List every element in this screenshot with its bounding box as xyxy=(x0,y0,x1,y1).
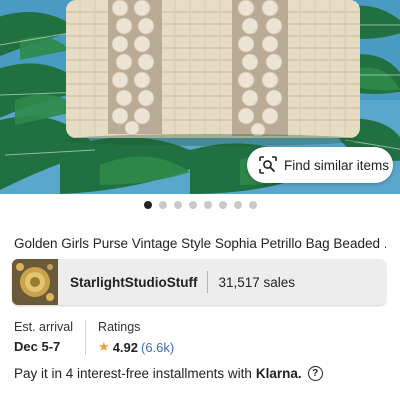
shop-sales: 31,517 sales xyxy=(218,274,296,290)
find-similar-button[interactable]: Find similar items xyxy=(247,147,393,183)
payment-info: Pay it in 4 interest-free installments w… xyxy=(14,366,323,381)
shop-card[interactable]: StarlightStudioStuff 31,517 sales xyxy=(12,259,386,305)
shop-divider xyxy=(207,271,209,293)
carousel-dot-3[interactable] xyxy=(173,201,182,209)
arrival-info: Est. arrival Dec 5-7 xyxy=(14,320,73,355)
find-similar-label: Find similar items xyxy=(284,157,390,173)
info-icon[interactable]: ? xyxy=(307,366,323,381)
shop-name[interactable]: StarlightStudioStuff xyxy=(70,275,197,290)
shop-avatar xyxy=(12,259,58,305)
carousel-dot-8[interactable] xyxy=(248,201,257,209)
product-image[interactable]: Find similar items xyxy=(0,0,400,194)
carousel-dot-1[interactable] xyxy=(143,201,152,209)
star-icon: ★ xyxy=(98,339,110,354)
ratings-label: Ratings xyxy=(98,320,141,334)
carousel-indicator xyxy=(0,201,400,211)
klarna-logo: Klarna. xyxy=(255,366,302,381)
image-search-icon xyxy=(258,155,278,175)
ratings-value: 4.92 xyxy=(112,339,139,355)
carousel-dot-5[interactable] xyxy=(203,201,212,209)
carousel-dot-2[interactable] xyxy=(158,201,167,209)
carousel-dot-4[interactable] xyxy=(188,201,197,209)
ratings-value-row: ★ 4.92 (6.6k) xyxy=(98,339,174,355)
ratings-info[interactable]: Ratings ★ 4.92 (6.6k) xyxy=(85,320,174,355)
listing-details: Est. arrival Dec 5-7 Ratings ★ 4.92 (6.6… xyxy=(14,320,174,355)
carousel-dot-7[interactable] xyxy=(233,201,242,209)
carousel-dot-6[interactable] xyxy=(218,201,227,209)
listing-title[interactable]: Golden Girls Purse Vintage Style Sophia … xyxy=(14,236,386,251)
payment-text: Pay it in 4 interest-free installments w… xyxy=(14,366,252,381)
arrival-value: Dec 5-7 xyxy=(14,339,61,354)
ratings-count[interactable]: (6.6k) xyxy=(141,340,174,355)
arrival-label: Est. arrival xyxy=(14,320,74,334)
